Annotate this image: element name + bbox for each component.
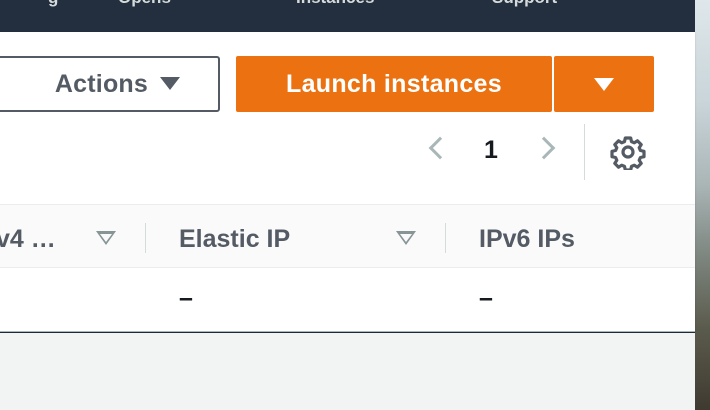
nav-item-1[interactable]: g bbox=[48, 0, 58, 8]
table-cell-ipv6-ips: – bbox=[479, 284, 493, 312]
table-cell-elastic-ip: – bbox=[179, 284, 193, 312]
caret-down-icon bbox=[594, 78, 614, 91]
column-separator[interactable] bbox=[145, 223, 146, 253]
previous-page-icon[interactable] bbox=[428, 136, 452, 160]
toolbar-divider bbox=[584, 124, 585, 180]
current-page-number[interactable]: 1 bbox=[480, 136, 502, 165]
column-separator[interactable] bbox=[445, 223, 446, 253]
column-header-ipv6-ips[interactable]: IPv6 IPs bbox=[479, 225, 575, 254]
nav-item-3[interactable]: Instances bbox=[296, 0, 374, 8]
sort-icon[interactable] bbox=[396, 231, 416, 245]
instances-panel: Actions Launch instances 1 v4 … Elastic … bbox=[0, 32, 695, 332]
sort-icon[interactable] bbox=[96, 231, 116, 245]
launch-instances-button[interactable]: Launch instances bbox=[236, 56, 552, 112]
desktop-wallpaper bbox=[695, 0, 710, 410]
launch-options-dropdown-button[interactable] bbox=[554, 56, 654, 112]
caret-down-icon bbox=[160, 77, 180, 90]
actions-label: Actions bbox=[54, 69, 148, 98]
column-header-elastic-ip[interactable]: Elastic IP bbox=[179, 225, 290, 254]
next-page-icon[interactable] bbox=[532, 136, 556, 160]
nav-item-2[interactable]: Opens bbox=[118, 0, 171, 8]
launch-instances-label: Launch instances bbox=[286, 69, 502, 98]
column-header-ipv4[interactable]: v4 … bbox=[0, 225, 56, 254]
nav-item-4[interactable]: Support bbox=[492, 0, 557, 8]
page-background bbox=[0, 333, 695, 410]
table-header: v4 … Elastic IP IPv6 IPs bbox=[0, 204, 695, 268]
top-navigation-bar: g Opens Instances Support bbox=[0, 0, 695, 32]
settings-gear-icon[interactable] bbox=[610, 134, 646, 170]
actions-dropdown-button[interactable]: Actions bbox=[0, 56, 220, 112]
